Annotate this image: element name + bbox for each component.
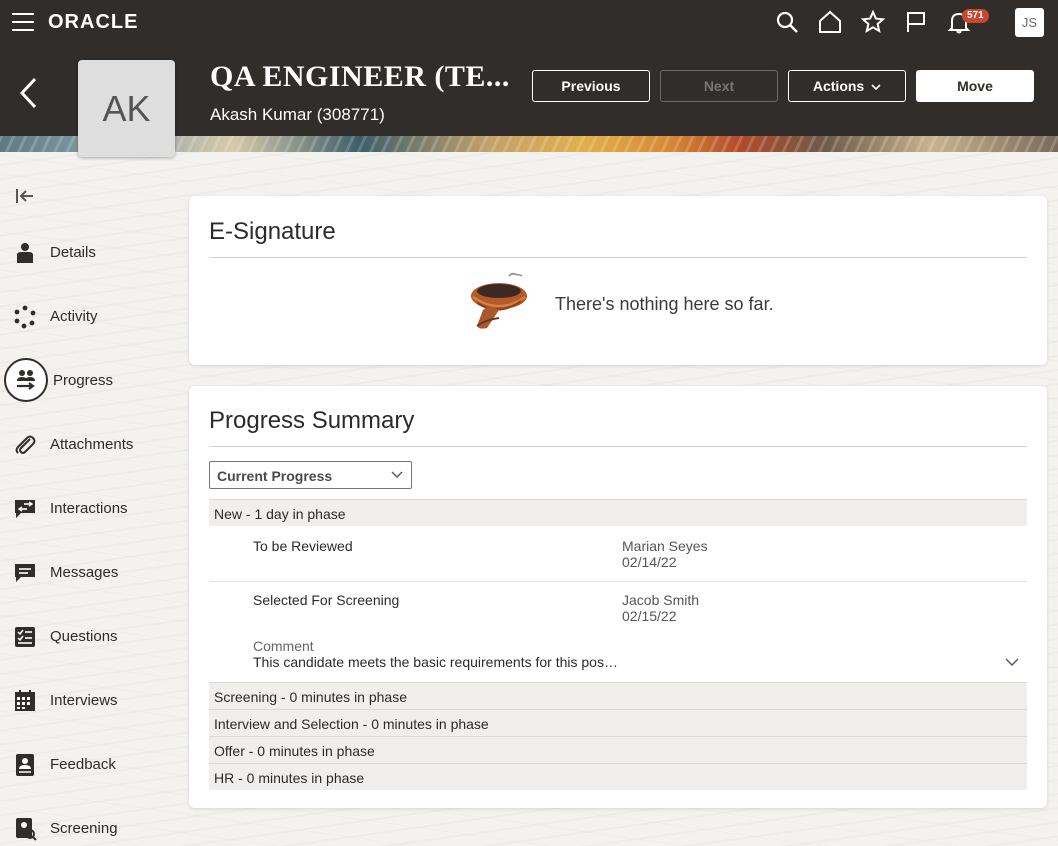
search-icon[interactable] — [775, 10, 799, 34]
comment-label: Comment — [253, 638, 314, 654]
step-date: 02/14/22 — [622, 554, 677, 570]
step-date: 02/15/22 — [622, 608, 677, 624]
interactions-icon — [15, 500, 35, 518]
phase-row-offer[interactable]: Offer - 0 minutes in phase — [209, 736, 1027, 763]
divider — [209, 581, 1027, 582]
progress-summary-title: Progress Summary — [209, 407, 415, 434]
actions-button-label: Actions — [812, 78, 865, 94]
actions-button[interactable]: Actions — [788, 70, 906, 102]
previous-button[interactable]: Previous — [532, 70, 650, 102]
empty-nest-illustration — [471, 272, 527, 329]
back-icon[interactable] — [18, 76, 40, 110]
sidebar-item-label: Details — [50, 244, 96, 261]
phase-row-hr[interactable]: HR - 0 minutes in phase — [209, 763, 1027, 790]
progress-icon — [17, 370, 35, 390]
sidebar-item-activity[interactable]: Activity — [0, 296, 180, 336]
phase-row-interview[interactable]: Interview and Selection - 0 minutes in p… — [209, 709, 1027, 736]
candidate-name: Akash Kumar (308771) — [210, 105, 385, 124]
phase-row-new[interactable]: New - 1 day in phase — [209, 499, 1027, 526]
home-icon[interactable] — [818, 10, 842, 34]
user-avatar[interactable]: JS — [1015, 8, 1044, 37]
sidebar-item-questions[interactable]: Questions — [0, 616, 180, 656]
empty-state-message: There's nothing here so far. — [555, 294, 774, 314]
sidebar-item-messages[interactable]: Messages — [0, 552, 180, 592]
comment-text: This candidate meets the basic requireme… — [253, 654, 618, 670]
sidebar-item-label: Interviews — [50, 692, 118, 709]
sidebar-item-interactions[interactable]: Interactions — [0, 488, 180, 528]
sidebar-item-label: Feedback — [50, 756, 116, 773]
menu-icon[interactable] — [12, 13, 34, 31]
chevron-down-icon — [871, 84, 881, 91]
esignature-title: E-Signature — [209, 218, 336, 245]
notification-count-badge: 571 — [962, 9, 989, 23]
next-button[interactable]: Next — [660, 70, 778, 102]
expand-comment-icon[interactable] — [1005, 657, 1019, 667]
flag-icon[interactable] — [904, 10, 928, 34]
star-icon[interactable] — [861, 10, 885, 34]
screening-icon — [16, 818, 37, 841]
sidebar-item-label: Screening — [50, 820, 118, 837]
move-button[interactable]: Move — [916, 70, 1034, 102]
feedback-icon — [16, 754, 34, 776]
sidebar-item-details[interactable]: Details — [0, 232, 180, 272]
chevron-down-icon — [391, 471, 403, 478]
sidebar-item-interviews[interactable]: Interviews — [0, 680, 180, 720]
person-icon — [17, 243, 33, 263]
sidebar-item-label: Progress — [53, 372, 114, 389]
step-name: Selected For Screening — [253, 592, 400, 608]
step-name: To be Reviewed — [253, 538, 353, 554]
divider — [209, 257, 1027, 258]
sidebar-item-label: Activity — [50, 308, 98, 325]
step-person: Marian Seyes — [622, 538, 708, 554]
sidebar-item-label: Attachments — [50, 436, 134, 453]
step-person: Jacob Smith — [622, 592, 700, 608]
progress-view-select[interactable]: Current Progress — [209, 461, 412, 489]
sidebar-item-label: Messages — [50, 564, 119, 581]
collapse-sidebar-icon[interactable] — [14, 187, 36, 205]
sidebar-item-label: Interactions — [50, 500, 128, 517]
message-icon — [15, 564, 35, 582]
sidebar-item-screening[interactable]: Screening — [0, 808, 180, 846]
activity-icon — [14, 305, 36, 329]
esignature-card: E-Signature There's nothing here so far. — [189, 196, 1047, 365]
sidebar-item-progress[interactable]: Progress — [0, 358, 180, 402]
paperclip-icon — [15, 435, 36, 454]
progress-summary-card: Progress Summary Current Progress New - … — [189, 386, 1047, 808]
calendar-icon — [15, 690, 35, 711]
select-value: Current Progress — [217, 468, 333, 484]
phase-row-screening[interactable]: Screening - 0 minutes in phase — [209, 682, 1027, 709]
candidate-avatar: AK — [78, 60, 175, 157]
divider — [209, 446, 1027, 447]
checklist-icon — [15, 627, 35, 647]
sidebar-item-attachments[interactable]: Attachments — [0, 424, 180, 464]
oracle-logo: ORACLE — [48, 11, 139, 33]
job-title: QA ENGINEER (TE... — [210, 60, 510, 93]
sidebar-item-label: Questions — [50, 628, 118, 645]
sidebar-item-feedback[interactable]: Feedback — [0, 744, 180, 784]
